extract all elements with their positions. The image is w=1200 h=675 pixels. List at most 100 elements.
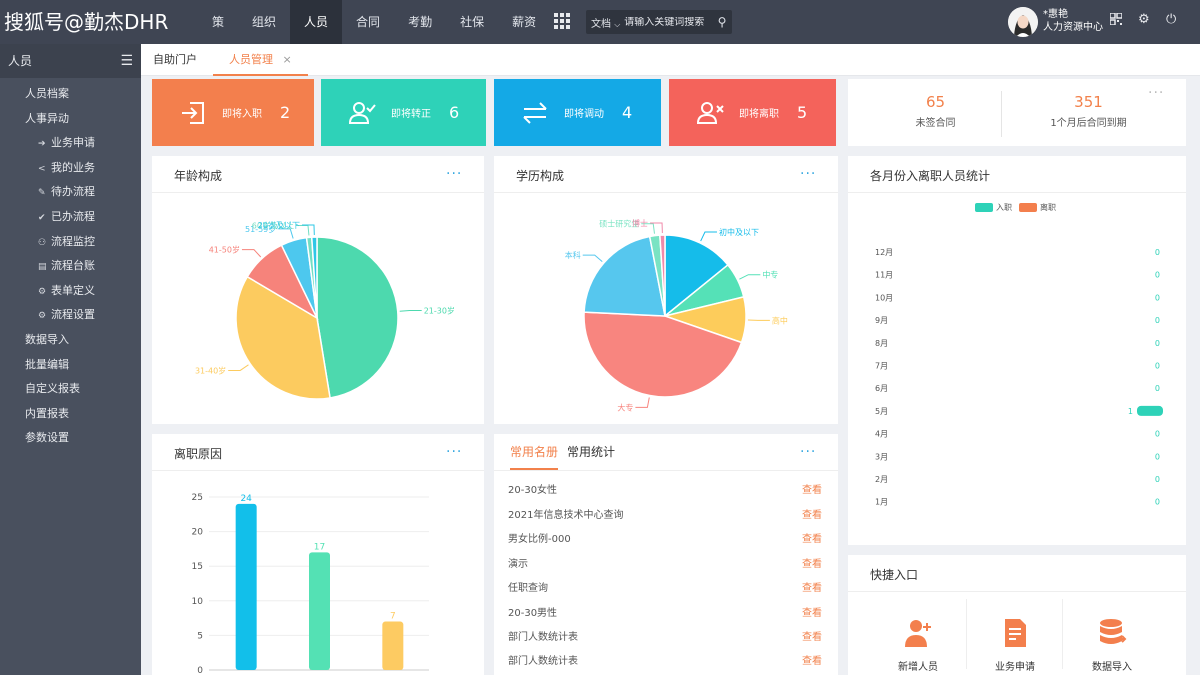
quick-access-card: 快捷入口 新增人员 业务申请 数据导入: [848, 555, 1186, 675]
nav-item-contract[interactable]: 合同: [342, 0, 394, 44]
search-icon[interactable]: ⚲: [712, 15, 732, 29]
stat-label: 即将离职: [739, 109, 779, 120]
pie-label-line: [399, 309, 422, 312]
pencil-icon: ✎: [38, 188, 46, 199]
pie-label: 博士: [632, 218, 648, 228]
tab-bar: 自助门户 人员管理 ×: [141, 44, 1200, 76]
contract-label: 未签合同: [915, 118, 956, 129]
pie-label-line: [228, 364, 249, 371]
close-icon[interactable]: ×: [283, 53, 292, 66]
nav-item-organization[interactable]: 组织: [238, 0, 290, 44]
pie-label-line: [739, 274, 761, 280]
quick-add-person[interactable]: 新增人员: [870, 617, 966, 673]
view-link[interactable]: 查看: [802, 628, 822, 643]
bar-value-label: 17: [314, 542, 325, 552]
avatar[interactable]: [1008, 7, 1038, 37]
stat-label: 即将调动: [564, 109, 604, 120]
sidebar-item-flow-ledger[interactable]: ▤ 流程台账: [0, 254, 141, 279]
y-tick-label: 25: [192, 493, 203, 503]
nav-item-strategy[interactable]: 策: [198, 0, 238, 44]
y-category-label: 7月: [875, 362, 888, 371]
sidebar-item-personnel-file[interactable]: 人员档案: [0, 82, 141, 107]
add-user-icon: [905, 620, 931, 647]
qr-code-icon[interactable]: [1109, 12, 1123, 29]
sidebar-item-my-business[interactable]: < 我的业务: [0, 156, 141, 181]
view-link[interactable]: 查看: [802, 579, 822, 594]
y-tick-label: 0: [197, 666, 203, 675]
y-category-label: 3月: [875, 452, 888, 461]
sidebar-item-builtin-report[interactable]: 内置报表: [0, 402, 141, 427]
quick-data-import[interactable]: 数据导入: [1064, 617, 1160, 673]
pie-label: 高中: [772, 315, 788, 325]
tab-common-roster[interactable]: 常用名册: [510, 434, 559, 470]
stat-card-resignation[interactable]: 即将离职 5: [669, 79, 836, 146]
view-link[interactable]: 查看: [802, 530, 822, 545]
pie-slice: [316, 236, 399, 399]
list-item-name: 演示: [508, 558, 528, 570]
view-link[interactable]: 查看: [802, 506, 822, 521]
sidebar-header: 人员 ☰: [0, 44, 141, 78]
age-pie-chart: 21-30岁31-40岁41-50岁51-59岁60岁及以上20岁及以下: [195, 220, 455, 400]
pie-label: 初中及以下: [719, 227, 759, 237]
gear-icon[interactable]: ⚙: [1138, 12, 1150, 27]
app-grid-icon[interactable]: [554, 13, 570, 29]
sidebar-item-data-import[interactable]: 数据导入: [0, 328, 141, 353]
chevron-down-icon: ⌵: [614, 19, 621, 29]
sidebar-item-flow-settings[interactable]: ⚙ 流程设置: [0, 303, 141, 328]
sidebar-item-parameter-settings[interactable]: 参数设置: [0, 426, 141, 451]
sidebar-item-business-apply[interactable]: ➔ 业务申请: [0, 131, 141, 156]
pie-label: 21-30岁: [424, 305, 455, 315]
list-item: 20-30男性 查看: [508, 604, 822, 628]
view-link[interactable]: 查看: [802, 652, 822, 667]
sidebar-item-flow-monitor[interactable]: ⚇ 流程监控: [0, 230, 141, 255]
y-category-label: 5月: [875, 407, 888, 416]
power-icon[interactable]: ⏻: [1166, 12, 1176, 27]
user-enter-icon: [182, 101, 204, 124]
sidebar-item-custom-report[interactable]: 自定义报表: [0, 377, 141, 402]
sidebar-item-form-definition[interactable]: ⚙ 表单定义: [0, 279, 141, 304]
quick-business-apply[interactable]: 业务申请: [967, 617, 1063, 673]
bar-value-label: 0: [1155, 430, 1160, 439]
watermark-text: 搜狐号@勤杰DHR: [4, 10, 169, 34]
nav-item-salary[interactable]: 薪资: [498, 0, 550, 44]
stat-card-transfer[interactable]: 即将调动 4: [494, 79, 661, 146]
list-item: 演示 查看: [508, 555, 822, 579]
user-info[interactable]: *惠艳 人力资源中心: [1043, 8, 1103, 34]
ledger-icon: ▤: [38, 262, 47, 273]
view-link[interactable]: 查看: [802, 604, 822, 619]
search-scope-dropdown[interactable]: 文档 ⌵: [586, 15, 624, 30]
sidebar-item-todo-flow[interactable]: ✎ 待办流程: [0, 180, 141, 205]
tab-common-statistics[interactable]: 常用统计: [567, 434, 615, 470]
education-composition-card: 学历构成 ··· 初中及以下 中专 高中 大专 本科 硕士研究生 博士: [494, 156, 838, 424]
nav-item-personnel[interactable]: 人员: [290, 0, 343, 44]
stat-card-onboarding[interactable]: 即将入职 2: [152, 79, 314, 146]
contract-unsigned[interactable]: 65 未签合同: [848, 93, 1023, 129]
view-link[interactable]: 查看: [802, 481, 822, 496]
sidebar-item-personnel-change[interactable]: 人事异动: [0, 107, 141, 132]
sidebar-item-batch-edit[interactable]: 批量编辑: [0, 353, 141, 378]
monthly-onboard-resign-card: 各月份入离职人员统计 入职 离职 12月 0 11月 0 10月 0 9月 0 8月 0 7月 0 6月…: [848, 156, 1186, 545]
list-item: 20-30女性 查看: [508, 481, 822, 505]
collapse-menu-icon[interactable]: ☰: [120, 44, 133, 78]
bar: [382, 621, 404, 670]
sidebar-item-label: 流程设置: [51, 308, 95, 322]
y-category-label: 8月: [875, 339, 888, 348]
tab-personnel-management[interactable]: 人员管理 ×: [213, 44, 308, 76]
search-input[interactable]: [624, 16, 712, 28]
user-name: *惠艳: [1043, 9, 1068, 20]
nav-item-social-security[interactable]: 社保: [446, 0, 498, 44]
sidebar: 人员 ☰ 人员档案 人事异动 ➔ 业务申请 < 我的业务 ✎ 待办流程 ✔ 已办流程 ⚇…: [0, 44, 141, 675]
tab-self-service-portal[interactable]: 自助门户: [153, 44, 197, 76]
sidebar-item-done-flow[interactable]: ✔ 已办流程: [0, 205, 141, 230]
more-options-icon[interactable]: ···: [1148, 85, 1164, 101]
quick-label: 数据导入: [1092, 662, 1132, 673]
bar-value-label: 0: [1155, 271, 1160, 280]
stat-card-regularization[interactable]: 即将转正 6: [321, 79, 486, 146]
user-check-icon: [348, 101, 376, 124]
quick-label: 业务申请: [995, 662, 1035, 673]
more-options-icon[interactable]: ···: [800, 444, 816, 460]
y-category-label: 12月: [875, 248, 893, 257]
view-link[interactable]: 查看: [802, 555, 822, 570]
pie-label-line: [241, 249, 262, 258]
nav-item-attendance[interactable]: 考勤: [394, 0, 446, 44]
